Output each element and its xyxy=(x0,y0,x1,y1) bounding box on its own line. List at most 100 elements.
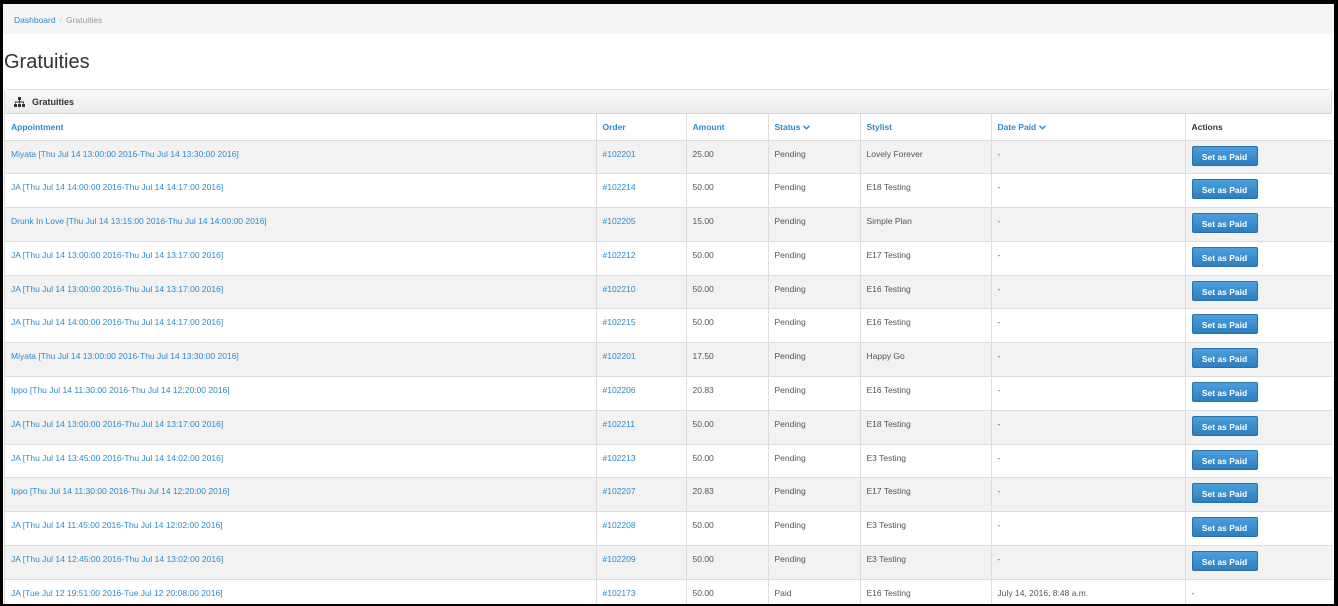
appointment-cell: JA [Tue Jul 12 19:51:00 2016-Tue Jul 12 … xyxy=(5,579,597,604)
appointment-cell: JA [Thu Jul 14 14:00:00 2016-Thu Jul 14 … xyxy=(5,308,597,344)
amount-cell: 15.00 xyxy=(686,207,769,242)
set-as-paid-button[interactable]: Set as Paid xyxy=(1191,179,1258,200)
date-paid-cell: - xyxy=(991,308,1186,344)
table-row: JA [Thu Jul 14 14:00:00 2016-Thu Jul 14 … xyxy=(5,173,1333,209)
appointment-cell: Ippo [Thu Jul 14 11:30:00 2016-Thu Jul 1… xyxy=(5,376,597,411)
date-paid-cell: - xyxy=(991,140,1186,175)
set-as-paid-button[interactable]: Set as Paid xyxy=(1191,449,1258,470)
col-amount[interactable]: Amount xyxy=(686,114,769,141)
panel-title: Gratuities xyxy=(32,96,75,107)
order-link[interactable]: #102205 xyxy=(603,216,636,226)
set-as-paid-button[interactable]: Set as Paid xyxy=(1191,246,1258,267)
table-row: JA [Thu Jul 14 13:00:00 2016-Thu Jul 14 … xyxy=(5,241,1333,276)
order-link[interactable]: #102207 xyxy=(603,486,636,496)
appointment-link[interactable]: JA [Thu Jul 14 12:45:00 2016-Thu Jul 14 … xyxy=(11,554,223,564)
order-link[interactable]: #102173 xyxy=(603,588,636,598)
amount-cell: 50.00 xyxy=(686,579,769,604)
status-cell: Paid xyxy=(768,579,861,604)
amount-cell: 17.50 xyxy=(686,342,769,378)
order-link[interactable]: #102214 xyxy=(603,182,636,192)
appointment-link[interactable]: Miyata [Thu Jul 14 13:00:00 2016-Thu Jul… xyxy=(11,149,239,159)
order-link[interactable]: #102208 xyxy=(603,520,636,530)
set-as-paid-button[interactable]: Set as Paid xyxy=(1191,314,1258,335)
col-order[interactable]: Order xyxy=(596,114,687,141)
appointment-cell: JA [Thu Jul 14 12:45:00 2016-Thu Jul 14 … xyxy=(5,545,597,580)
order-cell: #102205 xyxy=(596,207,687,242)
table-header-row: Appointment Order Amount Status Stylist … xyxy=(5,114,1333,141)
set-as-paid-button[interactable]: Set as Paid xyxy=(1191,145,1258,166)
order-cell: #102173 xyxy=(596,579,687,604)
set-as-paid-button[interactable]: Set as Paid xyxy=(1191,382,1258,403)
status-cell: Pending xyxy=(768,308,861,344)
col-appointment[interactable]: Appointment xyxy=(5,114,597,141)
stylist-cell: Simple Plan xyxy=(860,207,992,242)
order-link[interactable]: #102215 xyxy=(603,317,636,327)
order-cell: #102211 xyxy=(596,410,687,445)
order-cell: #102212 xyxy=(596,241,687,276)
appointment-link[interactable]: JA [Thu Jul 14 13:00:00 2016-Thu Jul 14 … xyxy=(11,419,223,429)
status-cell: Pending xyxy=(768,241,861,276)
appointment-cell: JA [Thu Jul 14 13:00:00 2016-Thu Jul 14 … xyxy=(5,241,597,276)
appointment-link[interactable]: JA [Tue Jul 12 19:51:00 2016-Tue Jul 12 … xyxy=(11,588,223,598)
set-as-paid-button[interactable]: Set as Paid xyxy=(1191,213,1258,234)
col-stylist[interactable]: Stylist xyxy=(860,114,992,141)
status-cell: Pending xyxy=(768,477,861,513)
order-cell: #102206 xyxy=(596,376,687,411)
order-link[interactable]: #102211 xyxy=(603,419,635,429)
set-as-paid-button[interactable]: Set as Paid xyxy=(1191,551,1258,572)
order-link[interactable]: #102212 xyxy=(603,250,636,260)
set-as-paid-button[interactable]: Set as Paid xyxy=(1191,280,1258,301)
table-row: JA [Thu Jul 14 11:45:00 2016-Thu Jul 14 … xyxy=(5,511,1333,547)
appointment-link[interactable]: Miyata [Thu Jul 14 13:00:00 2016-Thu Jul… xyxy=(11,351,239,361)
breadcrumb-dashboard-link[interactable]: Dashboard xyxy=(14,15,56,25)
stylist-cell: E18 Testing xyxy=(860,410,992,445)
appointment-link[interactable]: Ippo [Thu Jul 14 11:30:00 2016-Thu Jul 1… xyxy=(11,486,230,496)
actions-cell: Set as Paid xyxy=(1185,511,1333,547)
amount-cell: 50.00 xyxy=(686,511,769,547)
appointment-link[interactable]: JA [Thu Jul 14 14:00:00 2016-Thu Jul 14 … xyxy=(11,182,223,192)
col-date-paid[interactable]: Date Paid xyxy=(991,114,1186,141)
order-cell: #102214 xyxy=(596,173,687,209)
order-cell: #102215 xyxy=(596,308,687,344)
order-link[interactable]: #102201 xyxy=(603,351,636,361)
appointment-link[interactable]: Ippo [Thu Jul 14 11:30:00 2016-Thu Jul 1… xyxy=(11,385,230,395)
appointment-link[interactable]: JA [Thu Jul 14 13:45:00 2016-Thu Jul 14 … xyxy=(11,453,223,463)
order-link[interactable]: #102201 xyxy=(603,149,636,159)
actions-cell: Set as Paid xyxy=(1185,410,1333,445)
set-as-paid-button[interactable]: Set as Paid xyxy=(1191,483,1258,504)
date-paid-cell: - xyxy=(991,477,1186,513)
set-as-paid-button[interactable]: Set as Paid xyxy=(1191,348,1258,369)
table-row: Drunk In Love [Thu Jul 14 13:15:00 2016-… xyxy=(5,207,1333,242)
order-link[interactable]: #102213 xyxy=(603,453,636,463)
order-link[interactable]: #102206 xyxy=(603,385,636,395)
stylist-cell: E16 Testing xyxy=(860,376,992,411)
order-cell: #102213 xyxy=(596,444,687,479)
table-row: JA [Tue Jul 12 19:51:00 2016-Tue Jul 12 … xyxy=(5,579,1333,604)
stylist-cell: E16 Testing xyxy=(860,275,992,310)
stylist-cell: E3 Testing xyxy=(860,511,992,547)
col-date-paid-label: Date Paid xyxy=(997,121,1037,132)
set-as-paid-button[interactable]: Set as Paid xyxy=(1191,517,1258,538)
amount-cell: 50.00 xyxy=(686,410,769,445)
appointment-cell: JA [Thu Jul 14 11:45:00 2016-Thu Jul 14 … xyxy=(5,511,597,547)
appointment-link[interactable]: JA [Thu Jul 14 13:00:00 2016-Thu Jul 14 … xyxy=(11,250,223,260)
table-row: Ippo [Thu Jul 14 11:30:00 2016-Thu Jul 1… xyxy=(5,477,1333,513)
page-title: Gratuities xyxy=(4,51,90,73)
status-cell: Pending xyxy=(768,376,861,411)
actions-cell: Set as Paid xyxy=(1185,376,1333,411)
appointment-link[interactable]: JA [Thu Jul 14 14:00:00 2016-Thu Jul 14 … xyxy=(11,317,223,327)
appointment-link[interactable]: JA [Thu Jul 14 11:45:00 2016-Thu Jul 14 … xyxy=(11,520,223,530)
status-cell: Pending xyxy=(768,342,861,378)
order-cell: #102207 xyxy=(596,477,687,513)
order-link[interactable]: #102210 xyxy=(603,284,636,294)
set-as-paid-button[interactable]: Set as Paid xyxy=(1191,415,1258,436)
order-cell: #102208 xyxy=(596,511,687,547)
gratuities-table: Appointment Order Amount Status Stylist … xyxy=(5,114,1333,604)
chevron-down-icon xyxy=(803,125,811,130)
table-row: JA [Thu Jul 14 14:00:00 2016-Thu Jul 14 … xyxy=(5,308,1333,344)
appointment-link[interactable]: JA [Thu Jul 14 13:00:00 2016-Thu Jul 14 … xyxy=(11,284,223,294)
appointment-link[interactable]: Drunk In Love [Thu Jul 14 13:15:00 2016-… xyxy=(11,216,267,226)
date-paid-cell: - xyxy=(991,410,1186,445)
col-status[interactable]: Status xyxy=(768,114,861,141)
order-link[interactable]: #102209 xyxy=(603,554,636,564)
